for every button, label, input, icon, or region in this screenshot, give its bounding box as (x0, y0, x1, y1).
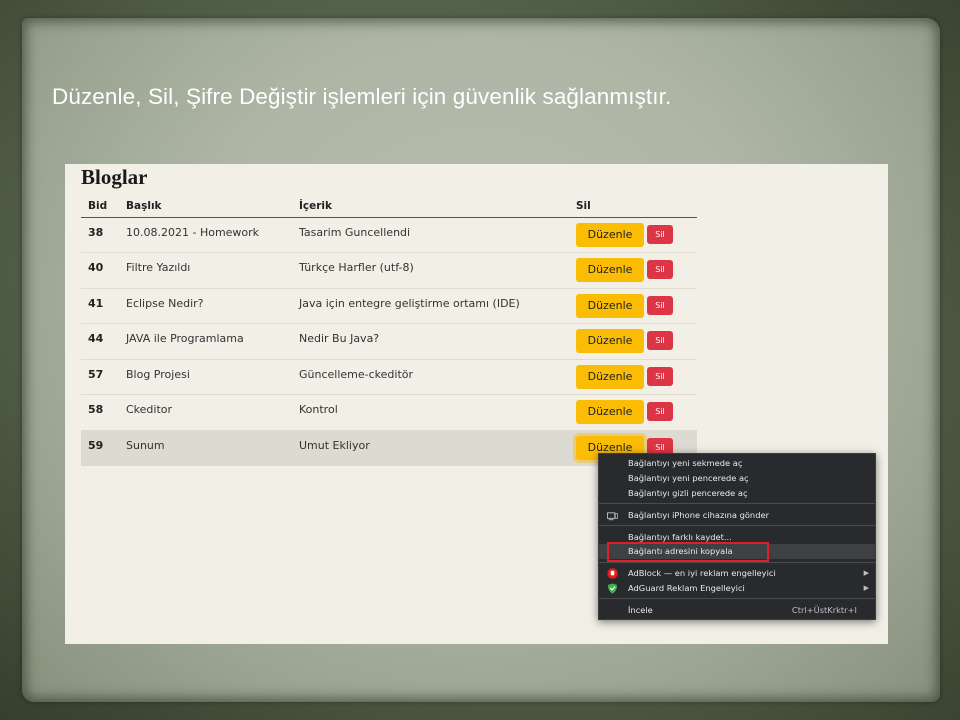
edit-button[interactable]: Düzenle (576, 329, 644, 353)
row-bid: 40 (81, 252, 119, 288)
menu-separator (599, 525, 875, 526)
row-bid: 59 (81, 429, 119, 466)
context-menu: Bağlantıyı yeni sekmede aç Bağlantıyı ye… (598, 453, 876, 620)
menu-item-label: İncele (628, 605, 653, 615)
delete-button[interactable]: Sil (647, 366, 673, 386)
edit-button[interactable]: Düzenle (576, 258, 644, 282)
edit-button[interactable]: Düzenle (576, 400, 644, 424)
row-content: Umut Ekliyor (292, 429, 569, 466)
delete-button[interactable]: Sil (647, 295, 673, 315)
menu-item-send-to-device[interactable]: Bağlantıyı iPhone cihazına gönder (599, 508, 875, 523)
row-content: Java için entegre geliştirme ortamı (IDE… (292, 287, 569, 324)
menu-item-label: AdBlock — en iyi reklam engelleyici (628, 568, 776, 578)
menu-item-adguard[interactable]: AdGuard Reklam Engelleyici ▶ (599, 581, 875, 596)
row-bid: 41 (81, 287, 119, 324)
adguard-shield-icon (607, 583, 618, 594)
slide-heading: Düzenle, Sil, Şifre Değiştir işlemleri i… (52, 84, 672, 109)
table-row: 57 Blog Projesi Güncelleme-ckeditör Düze… (81, 358, 697, 395)
menu-item-open-new-tab[interactable]: Bağlantıyı yeni sekmede aç (599, 456, 875, 471)
menu-item-open-new-window[interactable]: Bağlantıyı yeni pencerede aç (599, 471, 875, 486)
table-row: 40 Filtre Yazıldı Türkçe Harfler (utf-8)… (81, 252, 697, 288)
menu-item-inspect[interactable]: İncele Ctrl+ÜstKrktr+I (599, 603, 875, 618)
row-actions: Düzenle Sil (569, 394, 697, 430)
row-bid: 38 (88, 225, 104, 239)
column-header-delete: Sil (569, 196, 697, 218)
submenu-arrow-icon: ▶ (863, 569, 869, 577)
delete-button[interactable]: Sil (647, 402, 673, 421)
table-row: 38 10.08.2021 - Homework Tasarim Guncell… (81, 217, 697, 253)
browser-screenshot: Bloglar Bid Başlık İçerik Sil 38 10.08.2… (65, 164, 888, 644)
column-header-content: İçerik (292, 196, 569, 218)
row-title: Eclipse Nedir? (119, 287, 292, 324)
row-bid: 57 (81, 358, 119, 395)
edit-button[interactable]: Düzenle (576, 222, 644, 247)
row-content: Tasarim Guncellendi (299, 225, 411, 239)
menu-separator (599, 598, 875, 599)
highlight-annotation (607, 542, 769, 562)
row-title: 10.08.2021 - Homework (126, 225, 260, 239)
menu-item-adblock[interactable]: AdBlock — en iyi reklam engelleyici ▶ (599, 566, 875, 581)
row-title: Filtre Yazıldı (119, 252, 292, 288)
delete-button[interactable]: Sil (647, 331, 673, 350)
row-title: JAVA ile Programlama (119, 323, 292, 359)
row-actions: Düzenle Sil (569, 287, 697, 324)
table-row: 41 Eclipse Nedir? Java için entegre geli… (81, 287, 697, 324)
row-actions: Düzenle Sil (569, 252, 697, 288)
row-bid: 58 (81, 394, 119, 430)
delete-button[interactable]: Sil (647, 260, 673, 279)
table-row: 58 Ckeditor Kontrol Düzenle Sil (81, 394, 697, 430)
row-title: Ckeditor (119, 394, 292, 430)
table-header-row: Bid Başlık İçerik Sil (81, 196, 697, 218)
adblock-icon (607, 568, 618, 579)
row-actions: Düzenle Sil (569, 217, 697, 253)
menu-item-label: Bağlantıyı iPhone cihazına gönder (628, 510, 769, 520)
menu-separator (599, 562, 875, 563)
page-title: Bloglar (81, 165, 148, 189)
row-actions: Düzenle Sil (569, 358, 697, 395)
inspect-shortcut: Ctrl+ÜstKrktr+I (791, 605, 857, 615)
blog-table: Bid Başlık İçerik Sil 38 10.08.2021 - Ho… (81, 196, 697, 466)
row-title: Sunum (119, 429, 292, 466)
menu-item-open-incognito[interactable]: Bağlantıyı gizli pencerede aç (599, 486, 875, 501)
row-actions: Düzenle Sil (569, 323, 697, 359)
row-title: Blog Projesi (119, 358, 292, 395)
device-icon (607, 512, 618, 521)
edit-button[interactable]: Düzenle (576, 293, 644, 318)
menu-separator (599, 503, 875, 504)
edit-button[interactable]: Düzenle (576, 364, 644, 389)
table-row: 44 JAVA ile Programlama Nedir Bu Java? D… (81, 323, 697, 359)
row-content: Kontrol (292, 394, 569, 430)
row-content: Türkçe Harfler (utf-8) (292, 252, 569, 288)
column-header-bid: Bid (81, 196, 119, 218)
menu-item-label: AdGuard Reklam Engelleyici (628, 583, 745, 593)
column-header-title: Başlık (119, 196, 292, 218)
row-bid: 44 (81, 323, 119, 359)
delete-button[interactable]: Sil (647, 224, 673, 244)
submenu-arrow-icon: ▶ (863, 584, 869, 592)
row-content: Nedir Bu Java? (292, 323, 569, 359)
row-content: Güncelleme-ckeditör (292, 358, 569, 395)
